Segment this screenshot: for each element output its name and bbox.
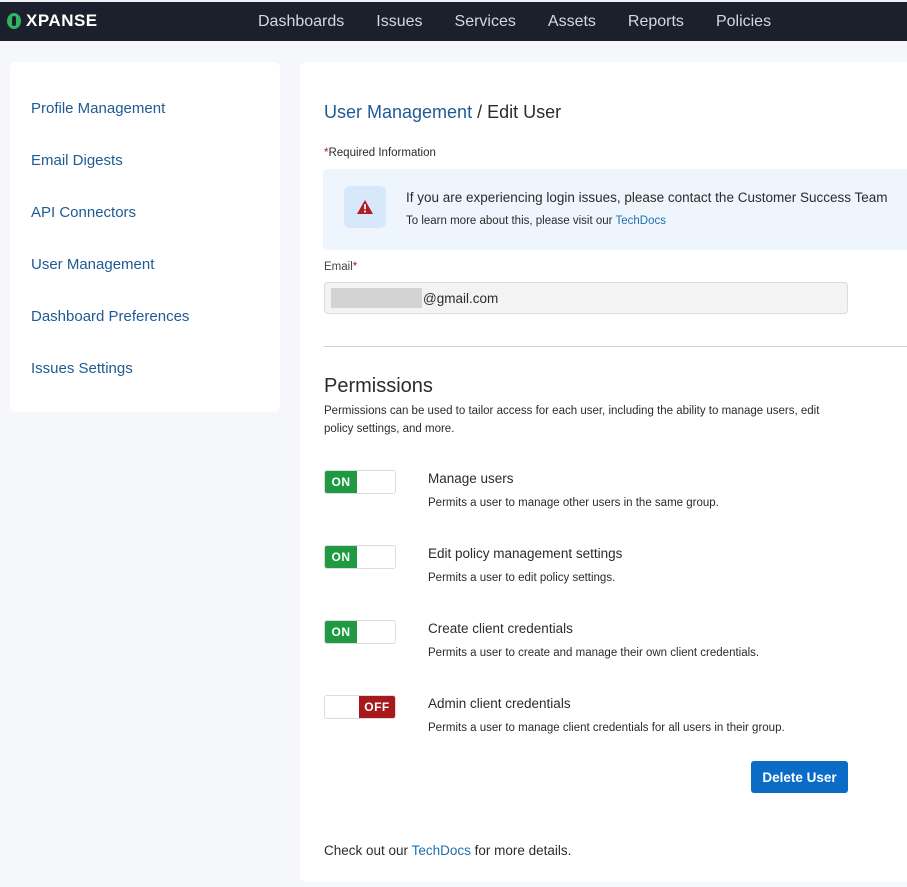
required-info-label: Required Information	[328, 147, 436, 159]
footer-note: Check out our TechDocs for more details.	[324, 843, 571, 858]
sidebar-item-api-connectors[interactable]: API Connectors	[31, 204, 136, 221]
sidebar-item-profile-management[interactable]: Profile Management	[31, 100, 165, 117]
notice-subtext: To learn more about this, please visit o…	[406, 215, 666, 227]
sidebar-item-user-management[interactable]: User Management	[31, 256, 154, 273]
create-credentials-toggle[interactable]: ON	[324, 620, 396, 644]
footer-techdocs-link[interactable]: TechDocs	[412, 843, 471, 858]
permissions-description: Permissions can be used to tailor access…	[324, 405, 820, 435]
toggle-state-label: ON	[325, 546, 357, 568]
admin-credentials-toggle[interactable]: OFF	[324, 695, 396, 719]
email-label: Email*	[324, 261, 357, 273]
main-nav: Dashboards Issues Services Assets Report…	[258, 13, 803, 31]
required-info-note: *Required Information	[324, 147, 436, 159]
permission-help: Permits a user to create and manage thei…	[428, 647, 760, 659]
nav-reports[interactable]: Reports	[628, 13, 684, 31]
notice-techdocs-link[interactable]: TechDocs	[615, 215, 666, 227]
email-redacted-portion	[331, 288, 422, 308]
login-issues-notice: If you are experiencing login issues, pl…	[323, 169, 907, 250]
permission-help: Permits a user to manage client credenti…	[428, 722, 785, 734]
xpanse-logo[interactable]: XPANSE	[7, 11, 98, 31]
settings-sidebar: Profile Management Email Digests API Con…	[10, 62, 280, 412]
breadcrumb-separator: /	[472, 102, 488, 122]
nav-assets[interactable]: Assets	[548, 13, 596, 31]
logo-text: XPANSE	[26, 11, 98, 30]
logo-icon	[7, 13, 21, 29]
section-divider	[324, 346, 907, 347]
permission-help: Permits a user to edit policy settings.	[428, 572, 616, 584]
permission-name: Admin client credentials	[428, 696, 571, 711]
nav-policies[interactable]: Policies	[716, 13, 771, 31]
permission-row-manage-users: ON Manage users Permits a user to manage…	[324, 470, 884, 530]
breadcrumb: User Management / Edit User	[324, 102, 561, 123]
sidebar-item-dashboard-preferences[interactable]: Dashboard Preferences	[31, 308, 189, 325]
toggle-state-label: ON	[325, 621, 357, 643]
email-required-asterisk: *	[352, 261, 358, 273]
edit-policy-toggle[interactable]: ON	[324, 545, 396, 569]
warning-icon	[357, 200, 373, 214]
permission-row-admin-credentials: OFF Admin client credentials Permits a u…	[324, 695, 884, 755]
nav-issues[interactable]: Issues	[376, 13, 422, 31]
nav-services[interactable]: Services	[455, 13, 516, 31]
footer-prefix: Check out our	[324, 843, 412, 858]
manage-users-toggle[interactable]: ON	[324, 470, 396, 494]
email-label-text: Email	[324, 261, 353, 273]
permission-name: Create client credentials	[428, 621, 573, 636]
breadcrumb-user-management-link[interactable]: User Management	[324, 102, 472, 122]
sidebar-item-email-digests[interactable]: Email Digests	[31, 152, 123, 169]
sidebar-item-issues-settings[interactable]: Issues Settings	[31, 360, 133, 377]
permission-name: Manage users	[428, 471, 514, 486]
email-value: @gmail.com	[423, 291, 499, 306]
permissions-title: Permissions	[324, 375, 433, 397]
edit-user-panel: User Management / Edit User *Required In…	[300, 62, 907, 882]
footer-suffix: for more details.	[470, 843, 572, 858]
top-navigation-bar: XPANSE Dashboards Issues Services Assets…	[0, 0, 907, 41]
toggle-state-label: ON	[325, 471, 357, 493]
notice-title: If you are experiencing login issues, pl…	[406, 190, 888, 205]
permission-row-create-credentials: ON Create client credentials Permits a u…	[324, 620, 884, 680]
notice-sub-prefix: To learn more about this, please visit o…	[406, 215, 616, 227]
delete-user-button[interactable]: Delete User	[751, 761, 848, 793]
toggle-state-label: OFF	[359, 696, 395, 718]
nav-dashboards[interactable]: Dashboards	[258, 13, 344, 31]
breadcrumb-current: Edit User	[487, 102, 562, 122]
email-field[interactable]: @gmail.com	[324, 282, 848, 314]
permission-help: Permits a user to manage other users in …	[428, 497, 719, 509]
permission-row-edit-policy: ON Edit policy management settings Permi…	[324, 545, 884, 605]
notice-icon-box	[344, 186, 386, 228]
permission-name: Edit policy management settings	[428, 546, 623, 561]
